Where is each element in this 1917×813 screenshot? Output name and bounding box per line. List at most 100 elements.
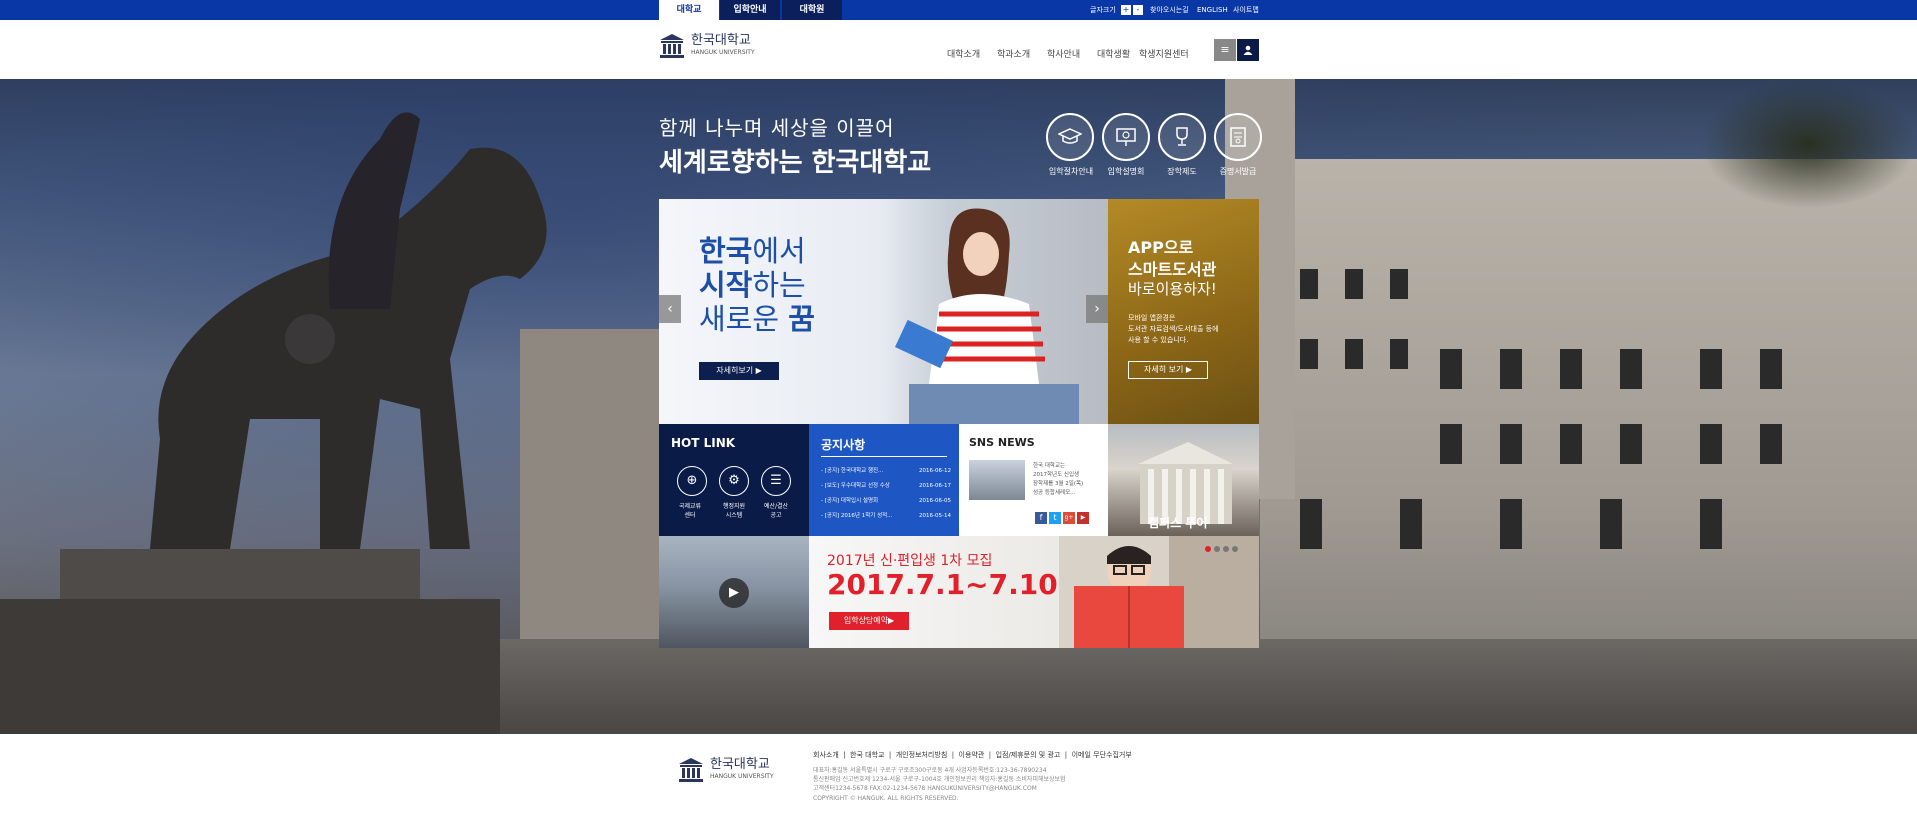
trophy-icon bbox=[1176, 127, 1188, 146]
sns-news-box: SNS NEWS 한국 대학교는 2017학년도 신입생 장학제를 3월 2일(목)… bbox=[959, 424, 1108, 536]
footer-link-partnership[interactable]: 입점/제휴문의 및 광고 bbox=[996, 751, 1061, 759]
certificate-icon bbox=[1230, 127, 1246, 147]
notice-title: 공지사항 bbox=[821, 438, 866, 452]
youtube-icon[interactable]: ▶ bbox=[1077, 512, 1089, 524]
font-decrease-button[interactable]: - bbox=[1133, 5, 1143, 15]
notice-item[interactable]: - [보도] 우수대학교 선정 수상 2016-06-17 bbox=[821, 479, 951, 494]
slide-prev-button[interactable]: ‹ bbox=[659, 295, 681, 323]
tab-university[interactable]: 대학교 bbox=[659, 0, 719, 20]
tree-foliage bbox=[1700, 79, 1917, 209]
link-directions[interactable]: 찾아오시는길 bbox=[1150, 0, 1189, 20]
content-panel: 한국에서 시작하는 새로운 꿈 자세히보기 ▶ ‹ › APP으로 스마트도서관… bbox=[659, 199, 1259, 649]
certificate-label: 증명서발급 bbox=[1219, 167, 1257, 176]
hot-link-label-budget[interactable]: 예산/결산 공고 bbox=[753, 502, 799, 520]
notice-box: 공지사항 - [공지] 한국대학교 행진... 2016-06-12 - [보도]… bbox=[809, 424, 959, 536]
nav-academics[interactable]: 학사안내 bbox=[1047, 47, 1080, 60]
logo-korean: 한국대학교 bbox=[691, 33, 751, 48]
footer-link-email-policy[interactable]: 이메일 무단수집거부 bbox=[1072, 751, 1132, 759]
footer-link-company[interactable]: 회사소개 bbox=[813, 751, 839, 759]
globe-icon[interactable]: ⊕ bbox=[677, 466, 707, 496]
footer-info-line-1: 대표자:홍길동 서울특별시 구로구 구로조300구로동 4개 사업자등록번호:1… bbox=[813, 767, 1047, 774]
carousel-dot[interactable] bbox=[1232, 546, 1238, 552]
footer-info-line-3: 고객센터1234-5678 FAX:02-1234-5678 HANGUKUNI… bbox=[813, 785, 1037, 792]
student-reading-figure bbox=[895, 208, 1079, 424]
university-building-icon bbox=[678, 757, 704, 783]
footer-info-line-2: 통신판매업 신고번호제 1234-서울 구로구-1004호 개인정보관리 책임자… bbox=[813, 776, 1066, 783]
campus-tour-label: 캠퍼스 투어 bbox=[1148, 516, 1208, 530]
google-plus-icon[interactable]: g+ bbox=[1063, 512, 1075, 524]
university-building-icon bbox=[659, 33, 685, 59]
video-box[interactable]: ▶ bbox=[659, 536, 809, 648]
slide-line-1: 한국에서 bbox=[699, 234, 806, 268]
footer-link-terms[interactable]: 이용약관 bbox=[959, 751, 985, 759]
main-slide: 한국에서 시작하는 새로운 꿈 자세히보기 ▶ ‹ › bbox=[659, 199, 1108, 424]
nav-about[interactable]: 대학소개 bbox=[947, 47, 980, 60]
chevron-left-icon: ‹ bbox=[667, 301, 673, 317]
twitter-icon[interactable]: t bbox=[1049, 512, 1061, 524]
graduation-cap-icon bbox=[1058, 128, 1082, 144]
footer-logo[interactable]: 한국대학교 HANGUK UNIVERSITY bbox=[678, 757, 774, 783]
slide-more-button[interactable]: 자세히보기 ▶ bbox=[699, 362, 779, 380]
nav-departments[interactable]: 학과소개 bbox=[997, 47, 1030, 60]
link-sitemap[interactable]: 사이트맵 bbox=[1233, 0, 1259, 20]
notice-list: - [공지] 한국대학교 행진... 2016-06-12 - [보도] 우수대학… bbox=[821, 464, 951, 524]
app-description: 모바일 앱환경은 도서관 자료검색/도서대출 등에 사용 할 수 있습니다. bbox=[1128, 314, 1219, 344]
user-button[interactable] bbox=[1237, 39, 1259, 61]
font-increase-button[interactable]: + bbox=[1121, 5, 1131, 15]
admin-system-icon[interactable]: ⚙ bbox=[719, 466, 749, 496]
hot-link-label-international[interactable]: 국제교류 센터 bbox=[667, 502, 713, 520]
budget-icon[interactable]: ☰ bbox=[761, 466, 791, 496]
notice-divider bbox=[821, 456, 947, 457]
sns-thumbnail[interactable] bbox=[969, 460, 1025, 500]
sns-text: 한국 대학교는 2017학년도 신입생 장학제를 3월 2일(목) 성공 등합세레모.… bbox=[1033, 463, 1084, 496]
carousel-dot[interactable] bbox=[1223, 546, 1229, 552]
app-line-3: 바로이용하자! bbox=[1128, 280, 1217, 298]
carousel-dot[interactable] bbox=[1214, 546, 1220, 552]
footer-logo-english: HANGUK UNIVERSITY bbox=[710, 773, 774, 780]
facebook-icon[interactable]: f bbox=[1035, 512, 1047, 524]
logo[interactable]: 한국대학교 HANGUK UNIVERSITY bbox=[659, 33, 755, 59]
admission-seminar-button[interactable] bbox=[1102, 113, 1150, 161]
notice-item[interactable]: - [공지] 한국대학교 행진... 2016-06-12 bbox=[821, 464, 951, 479]
hot-link-box: HOT LINK ⊕ ⚙ ☰ 국제교류 센터 행정지원 시스템 예산/결산 공고 bbox=[659, 424, 809, 536]
app-more-button[interactable]: 자세히 보기 ▶ bbox=[1128, 361, 1208, 379]
admission-guide-button[interactable] bbox=[1046, 113, 1094, 161]
nav-campus-life[interactable]: 대학생활 bbox=[1097, 47, 1130, 60]
tab-graduate-school[interactable]: 대학원 bbox=[782, 0, 842, 20]
slide-next-button[interactable]: › bbox=[1086, 295, 1108, 323]
hero-tagline-big: 세계로향하는 한국대학교 bbox=[659, 148, 932, 178]
presentation-icon bbox=[1116, 128, 1136, 146]
horse-statue bbox=[0, 112, 547, 734]
banner-subtitle: 2017년 신·편입생 1차 모집 bbox=[827, 553, 993, 569]
app-library-promo: APP으로 스마트도서관 바로이용하자! 모바일 앱환경은 도서관 자료검색/도… bbox=[1108, 199, 1259, 424]
link-english[interactable]: ENGLISH bbox=[1197, 0, 1228, 20]
certificate-button[interactable] bbox=[1214, 113, 1262, 161]
footer-copyright: COPYRIGHT © HANGUK. ALL RIGHTS RESERVED. bbox=[813, 795, 959, 802]
notice-item[interactable]: - [공지] 대학입시 설명회 2016-06-05 bbox=[821, 494, 951, 509]
app-line-1: APP으로 bbox=[1128, 238, 1194, 257]
nav-student-support[interactable]: 학생지원센터 bbox=[1139, 47, 1189, 60]
banner-date: 2017.7.1~7.10 bbox=[827, 568, 1058, 601]
footer-link-university[interactable]: 한국 대학교 bbox=[850, 751, 884, 759]
top-bar: 대학교 입학안내 대학원 글자크기 + - 찾아오시는길 ENGLISH 사이트… bbox=[0, 0, 1917, 20]
tab-admission[interactable]: 입학안내 bbox=[720, 0, 780, 20]
scholarship-button[interactable] bbox=[1158, 113, 1206, 161]
carousel-dot-active[interactable] bbox=[1205, 546, 1211, 552]
play-icon[interactable]: ▶ bbox=[719, 578, 749, 608]
campus-tour-box[interactable]: 캠퍼스 투어 bbox=[1108, 424, 1259, 536]
campus-building-image bbox=[1138, 442, 1233, 524]
menu-button[interactable]: ≡ bbox=[1214, 39, 1236, 61]
notice-item[interactable]: - [공지] 2016년 1학기 성적... 2016-05-14 bbox=[821, 509, 951, 524]
admission-counsel-button[interactable]: 입학상담예약▶ bbox=[829, 612, 909, 630]
app-line-2: 스마트도서관 bbox=[1128, 260, 1217, 279]
sns-title: SNS NEWS bbox=[969, 436, 1035, 449]
header: 한국대학교 HANGUK UNIVERSITY 대학소개 학과소개 학사안내 대… bbox=[0, 20, 1917, 79]
hot-link-label-admin[interactable]: 행정지원 시스템 bbox=[711, 502, 757, 520]
font-size-label: 글자크기 bbox=[1090, 6, 1116, 14]
slide-line-2: 시작하는 bbox=[699, 268, 806, 302]
hero-tagline-small: 함께 나누며 세상을 이끌어 bbox=[659, 116, 895, 140]
footer-link-privacy[interactable]: 개인정보처리방침 bbox=[896, 751, 948, 759]
footer-logo-korean: 한국대학교 bbox=[710, 757, 770, 772]
logo-english: HANGUK UNIVERSITY bbox=[691, 49, 755, 56]
user-icon bbox=[1243, 45, 1253, 55]
